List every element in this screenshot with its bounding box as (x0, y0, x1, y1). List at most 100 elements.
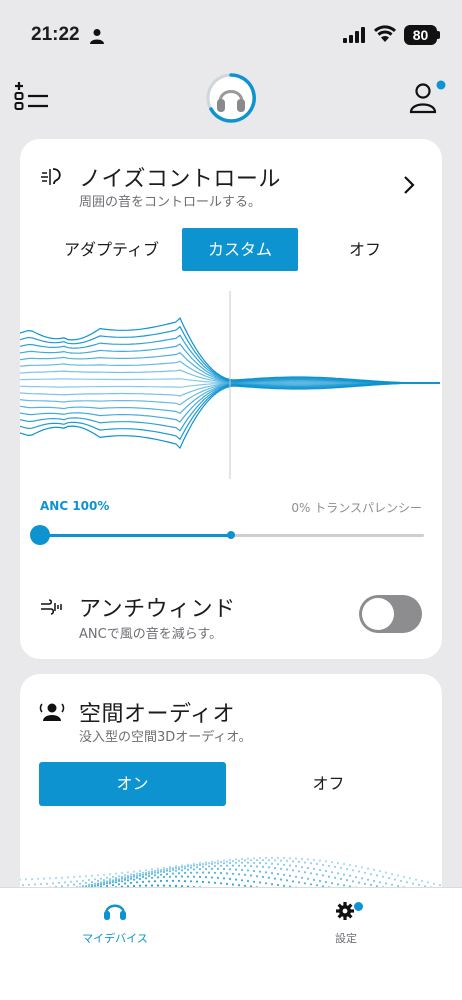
spatial-dot (135, 872, 139, 875)
noise-waveform (20, 291, 441, 479)
profile-icon[interactable] (408, 80, 448, 114)
spatial-dot (228, 877, 232, 881)
spatial-dot (237, 864, 241, 867)
spatial-dot (141, 873, 145, 876)
tab-settings[interactable]: 設定 (286, 898, 406, 946)
spatial-dot (195, 863, 199, 866)
spatial-dot (327, 875, 331, 878)
spatial-audio-card: 空間オーディオ 没入型の空間3Dオーディオ。 オン オフ (20, 674, 442, 914)
spatial-dot (240, 861, 244, 864)
spatial-dot (108, 873, 112, 876)
spatial-dot (324, 860, 328, 863)
spatial-dot (330, 871, 334, 874)
spatial-dot (342, 873, 346, 876)
spatial-dot (279, 859, 283, 862)
spatial-dot (312, 867, 316, 870)
spatial-dot (252, 880, 256, 883)
spatial-dot (369, 873, 373, 876)
spatial-dot (111, 881, 115, 884)
spatial-dot (162, 868, 166, 871)
spatial-dot (171, 868, 175, 871)
spatial-audio-on-button[interactable]: オン (39, 762, 226, 806)
spatial-dot (183, 871, 187, 874)
spatial-dot (90, 874, 94, 877)
spatial-dot (57, 881, 61, 884)
tab-my-devices[interactable]: マイデバイス (55, 898, 175, 946)
spatial-dot (258, 870, 262, 873)
status-bar: 21:22 80 (0, 0, 462, 64)
battery-indicator: 80 (404, 25, 437, 45)
spatial-dot (222, 867, 226, 871)
spatial-dot (174, 875, 178, 878)
chevron-right-icon[interactable] (402, 174, 416, 196)
battery-tip (437, 31, 440, 39)
spatial-dot (186, 875, 190, 878)
tab-settings-label: 設定 (335, 932, 357, 945)
spatial-dot (192, 868, 196, 871)
spatial-dot (345, 868, 349, 871)
spatial-dot (168, 865, 172, 869)
cellular-signal-icon (343, 27, 365, 43)
spatial-dot (267, 859, 271, 862)
spatial-dot (246, 869, 250, 872)
spatial-dot (378, 881, 382, 884)
mode-custom-button[interactable]: カスタム (182, 228, 298, 271)
headphones-device-avatar[interactable] (205, 72, 257, 124)
mode-adaptive-button[interactable]: アダプティブ (39, 228, 184, 271)
spatial-dot (147, 880, 151, 883)
spatial-dot (285, 868, 289, 871)
spatial-dot (273, 867, 277, 870)
device-list-icon[interactable] (14, 80, 50, 112)
spatial-dot (102, 873, 106, 876)
spatial-dot (300, 876, 304, 879)
mode-off-button[interactable]: オフ (300, 228, 430, 271)
anc-slider-handle[interactable] (30, 525, 50, 545)
spatial-dot (120, 880, 124, 883)
spatial-dot (357, 870, 361, 873)
spatial-dot (366, 867, 370, 870)
anc-slider-fill (40, 534, 230, 537)
spatial-dot (372, 868, 376, 871)
spatial-dot (72, 883, 76, 886)
spatial-dot (297, 860, 301, 863)
spatial-dot (198, 875, 202, 878)
spatial-dot (339, 877, 343, 880)
spatial-dot (309, 862, 313, 865)
spatial-dot (258, 861, 262, 865)
spatial-dot (246, 857, 250, 860)
spatial-dot (138, 869, 142, 872)
spatial-dot (276, 856, 280, 859)
spatial-dot (270, 862, 274, 865)
spatial-dot (243, 859, 247, 862)
spatial-dot (303, 861, 307, 864)
spatial-dot (324, 881, 328, 884)
spatial-dot (321, 874, 325, 877)
spatial-dot (129, 875, 133, 878)
spatial-dot (30, 878, 34, 881)
spatial-dot (225, 864, 229, 867)
spatial-dot (111, 884, 115, 887)
spatial-dot (258, 857, 262, 860)
spatial-dot (312, 858, 316, 861)
spatial-dot (24, 878, 28, 881)
spatial-dot (246, 879, 250, 883)
tab-my-devices-label: マイデバイス (82, 932, 148, 945)
spatial-dot (126, 871, 130, 874)
spatial-dot (45, 882, 49, 885)
spatial-dot (132, 875, 136, 878)
spatial-dot (411, 882, 415, 885)
spatial-dot (105, 882, 109, 885)
spatial-dot (216, 867, 220, 870)
anti-wind-toggle[interactable] (359, 595, 422, 633)
spatial-dot (141, 880, 145, 883)
spatial-dot (309, 883, 313, 886)
anti-wind-title: アンチウィンド (79, 597, 236, 622)
spatial-audio-off-button[interactable]: オフ (235, 762, 422, 806)
spatial-dot (195, 880, 199, 883)
spatial-dot (426, 881, 430, 884)
spatial-dot (261, 865, 265, 868)
spatial-dot (264, 882, 268, 885)
spatial-dot (135, 881, 139, 884)
spatial-dot (63, 881, 67, 884)
spatial-dot (222, 877, 226, 880)
